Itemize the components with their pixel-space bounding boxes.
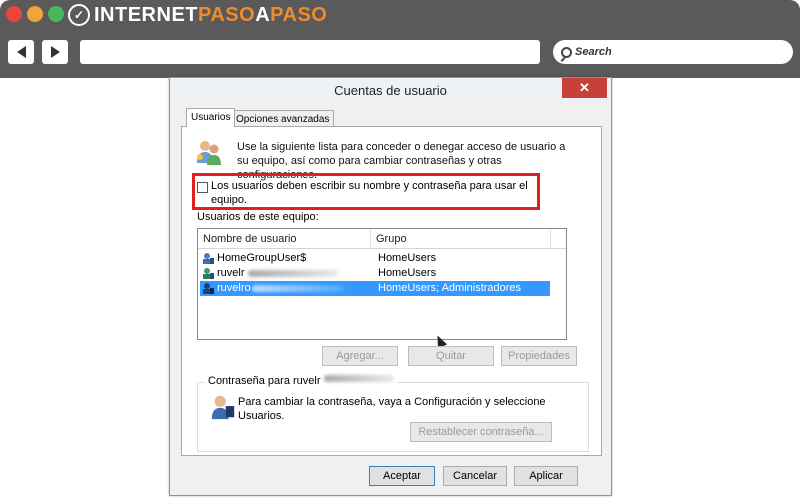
dialog-titlebar[interactable]: Cuentas de usuario ✕ bbox=[170, 78, 611, 102]
cell-group: HomeUsers bbox=[378, 252, 437, 264]
user-accounts-dialog: Cuentas de usuario ✕ Usuarios Opciones a… bbox=[169, 77, 612, 496]
column-header-username[interactable]: Nombre de usuario bbox=[203, 233, 297, 245]
maximize-window-dot[interactable] bbox=[48, 6, 64, 22]
cancel-button[interactable]: Cancelar bbox=[443, 466, 507, 486]
back-button[interactable] bbox=[8, 40, 34, 64]
redacted-text bbox=[252, 285, 344, 292]
search-placeholder: Search bbox=[575, 46, 612, 58]
add-user-button[interactable]: Agregar... bbox=[322, 346, 398, 366]
logo-text-a: A bbox=[255, 3, 271, 26]
tab-panel-usuarios: Use la siguiente lista para conceder o d… bbox=[181, 126, 602, 456]
browser-chrome: ✓ INTERNETPASOAPASO Search bbox=[0, 0, 800, 78]
reset-password-button[interactable]: Restablecer contraseña... bbox=[410, 422, 552, 442]
remove-user-button[interactable]: Quitar bbox=[408, 346, 494, 366]
address-bar[interactable] bbox=[80, 40, 540, 64]
cell-username: ruvelro bbox=[217, 282, 251, 294]
logo-text-internet: INTERNET bbox=[94, 3, 198, 26]
search-input[interactable]: Search bbox=[553, 40, 793, 64]
users-list-label: Usuarios de este equipo: bbox=[197, 211, 319, 223]
cell-username: HomeGroupUser$ bbox=[217, 252, 307, 264]
cell-username: ruvelr bbox=[217, 267, 245, 279]
column-separator[interactable] bbox=[550, 229, 551, 249]
redacted-text bbox=[248, 270, 338, 277]
apply-button[interactable]: Aplicar bbox=[514, 466, 578, 486]
logo-check-icon: ✓ bbox=[68, 4, 90, 26]
user-icon bbox=[203, 253, 214, 264]
dialog-title: Cuentas de usuario bbox=[334, 83, 447, 98]
table-row[interactable]: HomeGroupUser$ HomeUsers bbox=[200, 251, 550, 266]
ok-button[interactable]: Aceptar bbox=[369, 466, 435, 486]
properties-button[interactable]: Propiedades bbox=[501, 346, 577, 366]
users-table-header: Nombre de usuario Grupo bbox=[198, 229, 566, 249]
user-account-icon bbox=[211, 395, 235, 420]
column-separator[interactable] bbox=[370, 229, 371, 249]
cell-group: HomeUsers; Administradores bbox=[378, 282, 522, 294]
close-window-dot[interactable] bbox=[6, 6, 22, 22]
column-header-group[interactable]: Grupo bbox=[376, 233, 407, 245]
table-row-selected[interactable]: ruvelro HomeUsers; Administradores bbox=[200, 281, 550, 296]
user-icon bbox=[203, 268, 214, 279]
arrow-left-icon bbox=[16, 46, 26, 58]
password-instructions: Para cambiar la contraseña, vaya a Confi… bbox=[238, 396, 546, 422]
user-icon bbox=[203, 283, 214, 294]
minimize-window-dot[interactable] bbox=[27, 6, 43, 22]
logo-text-paso: PASO bbox=[198, 3, 256, 26]
users-table[interactable]: Nombre de usuario Grupo HomeGroupUser$ H… bbox=[197, 228, 567, 340]
tab-usuarios[interactable]: Usuarios bbox=[186, 108, 236, 127]
users-icon bbox=[197, 141, 221, 165]
password-legend-text: Contraseña para ruvelr bbox=[208, 375, 321, 387]
site-logo: ✓ INTERNETPASOAPASO bbox=[68, 2, 327, 28]
password-group-legend: Contraseña para ruvelr bbox=[205, 375, 397, 387]
arrow-right-icon bbox=[50, 46, 60, 58]
redacted-text bbox=[323, 375, 394, 382]
logo-text-paso-2: PASO bbox=[270, 3, 328, 26]
cell-group: HomeUsers bbox=[378, 267, 437, 279]
forward-button[interactable] bbox=[42, 40, 68, 64]
search-icon bbox=[561, 46, 572, 58]
table-row[interactable]: ruvelr HomeUsers bbox=[200, 266, 550, 281]
tab-opciones-avanzadas[interactable]: Opciones avanzadas bbox=[231, 110, 335, 126]
highlight-annotation-box bbox=[192, 173, 540, 210]
dialog-close-button[interactable]: ✕ bbox=[562, 78, 607, 98]
